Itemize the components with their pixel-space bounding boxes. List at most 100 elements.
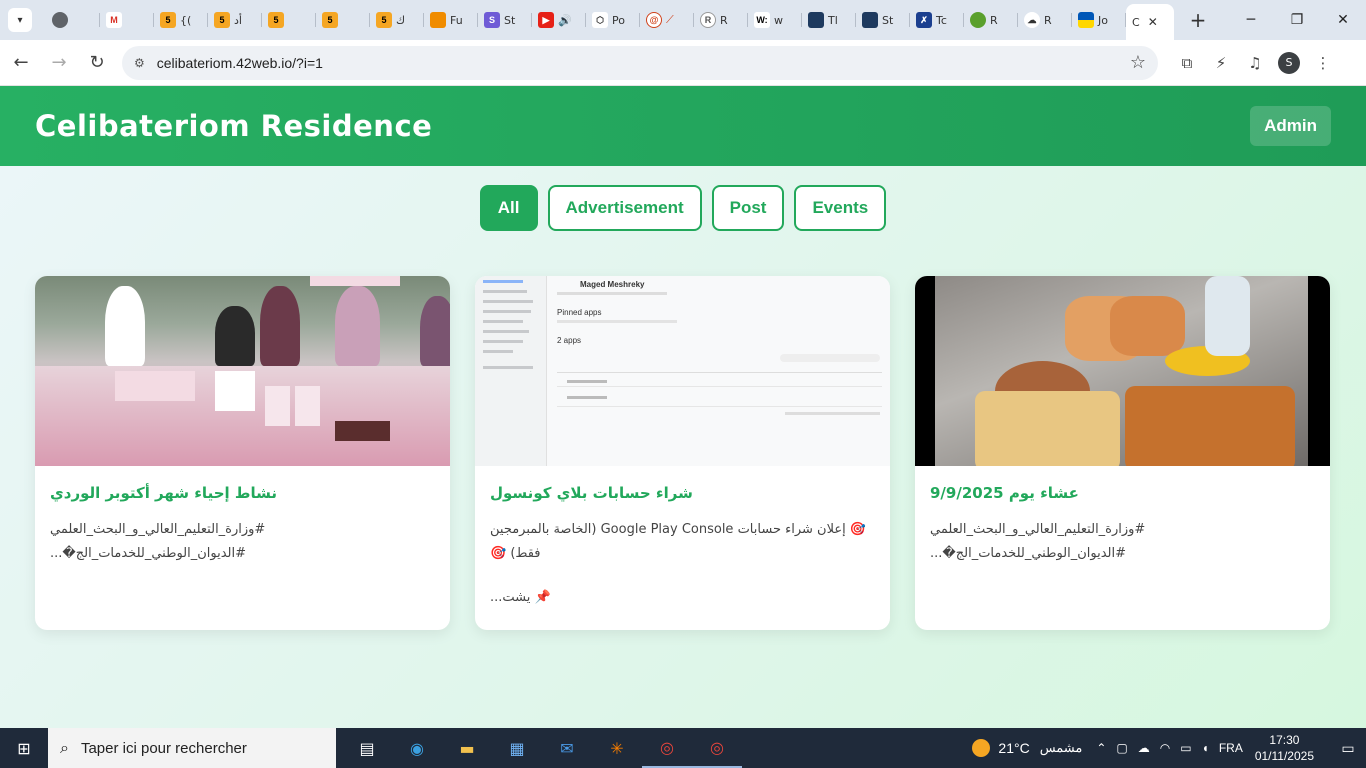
browser-tab[interactable]: M — [100, 5, 154, 35]
browser-tab[interactable]: 5 أد — [208, 5, 262, 35]
weather-label: مشمس — [1039, 740, 1083, 755]
filter-advertisement[interactable]: Advertisement — [547, 185, 702, 231]
browser-tab[interactable]: Fu — [424, 5, 478, 35]
browser-tab[interactable]: RR — [694, 5, 748, 35]
clock-time: 17:30 — [1269, 733, 1300, 747]
five-icon: 5 — [268, 12, 284, 28]
audio-icon: 🔊 — [558, 13, 572, 27]
post-excerpt: 🎯 إعلان شراء حسابات Google Play Console … — [490, 522, 867, 561]
site-header: Celibateriom Residence Admin — [0, 86, 1366, 166]
post-card[interactable]: عشاء يوم 9/9/2025 #وزارة_التعليم_العالي_… — [915, 276, 1330, 630]
taskbar-search[interactable]: ⌕ Taper ici pour rechercher — [48, 728, 336, 768]
restore-icon[interactable]: ❐ — [1274, 0, 1320, 40]
file-explorer-icon[interactable]: ▬ — [442, 728, 492, 768]
back-icon[interactable]: ← — [4, 46, 38, 80]
filter-post[interactable]: Post — [711, 185, 785, 231]
store-icon[interactable]: ▦ — [492, 728, 542, 768]
browser-tab[interactable]: @ ⟋ — [640, 5, 694, 35]
tray-icons: ⌃ ▢ ☁ ◠ ▭ ◖ FRA — [1096, 741, 1242, 755]
toolbar-actions: ⧉ ⚡ ♫ S ⋮ — [1170, 46, 1340, 80]
tab-list: M 5{( 5 أد 5 5 5ك Fu S St ▶ 🔊 ⬡ Po @ ⟋ RR W: w… — [46, 0, 1174, 40]
sun-icon — [972, 739, 991, 757]
close-window-icon[interactable]: ✕ — [1320, 0, 1366, 40]
post-title[interactable]: عشاء يوم 9/9/2025 — [930, 484, 1315, 502]
reload-icon[interactable]: ↻ — [80, 46, 114, 80]
browser-tab[interactable]: ▶ 🔊 — [532, 5, 586, 35]
browser-tab[interactable]: ⬡ Po — [586, 5, 640, 35]
bookmark-star-icon[interactable]: ☆ — [1130, 52, 1146, 73]
browser-toolbar: ← → ↻ ⚙ celibateriom.42web.io/?i=1 ☆ ⧉ ⚡… — [0, 40, 1366, 86]
edge-icon[interactable]: ◉ — [392, 728, 442, 768]
browser-tab[interactable]: 5{( — [154, 5, 208, 35]
post-image-event[interactable] — [35, 276, 450, 466]
console-sidebar — [475, 276, 547, 466]
browser-tab[interactable]: W: w — [748, 5, 802, 35]
browser-tab[interactable]: ✗ Tc — [910, 5, 964, 35]
task-view-icon[interactable]: ▤ — [342, 728, 392, 768]
xampp-icon[interactable]: ✳ — [592, 728, 642, 768]
close-tab-icon[interactable]: ✕ — [1148, 15, 1158, 29]
menu-icon[interactable]: ⋮ — [1306, 46, 1340, 80]
media-control-icon[interactable]: ♫ — [1238, 46, 1272, 80]
cloud-icon[interactable]: ☁ — [1138, 741, 1150, 755]
battery-icon[interactable]: ▭ — [1180, 741, 1191, 755]
t-icon: ✗ — [916, 12, 932, 28]
post-title[interactable]: نشاط إحياء شهر أكتوبر الوردي — [50, 484, 435, 502]
browser-tab[interactable] — [46, 5, 100, 35]
windows-start-icon[interactable]: ⊞ — [0, 728, 48, 768]
browser-tab[interactable]: St — [856, 5, 910, 35]
new-tab-button[interactable]: + — [1184, 6, 1212, 34]
browser-tab[interactable]: Jo — [1072, 5, 1126, 35]
flame-icon: ⟋ — [666, 13, 674, 26]
url-text[interactable]: celibateriom.42web.io/?i=1 — [157, 55, 1130, 71]
minimize-icon[interactable]: ─ — [1228, 0, 1274, 40]
site-info-icon[interactable]: ⚙ — [134, 56, 145, 70]
admin-button[interactable]: Admin — [1250, 106, 1331, 146]
browser-tab[interactable]: 5 — [316, 5, 370, 35]
notification-icon[interactable]: ▭ — [1330, 740, 1366, 757]
post-excerpt: #وزارة_التعليم_العالي_و_البحث_العلمي #ال… — [50, 522, 266, 561]
forward-icon[interactable]: → — [42, 46, 76, 80]
browser-tab[interactable]: Tl — [802, 5, 856, 35]
language-indicator[interactable]: FRA — [1219, 741, 1243, 755]
browser-tab[interactable]: 5ك — [370, 5, 424, 35]
wifi-icon[interactable]: ◠ — [1160, 741, 1170, 755]
volume-icon[interactable]: ◖ — [1202, 741, 1209, 755]
active-browser-tab[interactable]: C ✕ — [1126, 4, 1174, 40]
weather-widget[interactable]: 21°C مشمس — [972, 739, 1082, 757]
chevron-up-icon[interactable]: ⌃ — [1096, 741, 1106, 755]
filter-all[interactable]: All — [479, 185, 538, 231]
console-apps-count: 2 apps — [557, 336, 582, 345]
browser-tab[interactable]: S St — [478, 5, 532, 35]
performance-icon[interactable]: ⚡ — [1204, 46, 1238, 80]
browser-tab[interactable]: 5 — [262, 5, 316, 35]
post-title[interactable]: شراء حسابات بلاي كونسول — [490, 484, 875, 502]
chrome-profile-icon[interactable]: ◎ — [692, 728, 742, 768]
book-icon — [862, 12, 878, 28]
cloud-icon: ☁ — [1024, 12, 1040, 28]
post-grid: نشاط إحياء شهر أكتوبر الوردي #وزارة_التع… — [35, 276, 1330, 630]
tab-search-icon[interactable]: ▾ — [8, 8, 32, 32]
youtube-icon: ▶ — [538, 12, 554, 28]
chrome-icon[interactable]: ◎ — [642, 728, 692, 768]
site-title[interactable]: Celibateriom Residence — [35, 109, 432, 143]
profile-avatar[interactable]: S — [1278, 51, 1300, 74]
filter-events[interactable]: Events — [794, 185, 887, 231]
browser-tab[interactable]: ☁ R — [1018, 5, 1072, 35]
post-card[interactable]: Maged Meshreky Pinned apps 2 apps شراء ح… — [475, 276, 890, 630]
leaf-icon — [970, 12, 986, 28]
post-image-console[interactable]: Maged Meshreky Pinned apps 2 apps — [475, 276, 890, 466]
device-icon[interactable]: ▢ — [1116, 741, 1127, 755]
clock[interactable]: 17:30 01/11/2025 — [1255, 732, 1314, 764]
mail-icon[interactable]: ✉ — [542, 728, 592, 768]
post-image-dinner[interactable] — [915, 276, 1330, 466]
web-page: Celibateriom Residence Admin All Adverti… — [0, 86, 1366, 728]
windows-taskbar: ⊞ ⌕ Taper ici pour rechercher ▤ ◉ ▬ ▦ ✉ … — [0, 728, 1366, 768]
extensions-icon[interactable]: ⧉ — [1170, 46, 1204, 80]
post-card[interactable]: نشاط إحياء شهر أكتوبر الوردي #وزارة_التع… — [35, 276, 450, 630]
post-excerpt-more: 📌 يشت... — [490, 590, 551, 605]
five-icon: 5 — [376, 12, 392, 28]
address-bar[interactable]: ⚙ celibateriom.42web.io/?i=1 ☆ — [122, 45, 1158, 80]
browser-tab[interactable]: R — [964, 5, 1018, 35]
post-card-body: نشاط إحياء شهر أكتوبر الوردي #وزارة_التع… — [35, 466, 450, 566]
